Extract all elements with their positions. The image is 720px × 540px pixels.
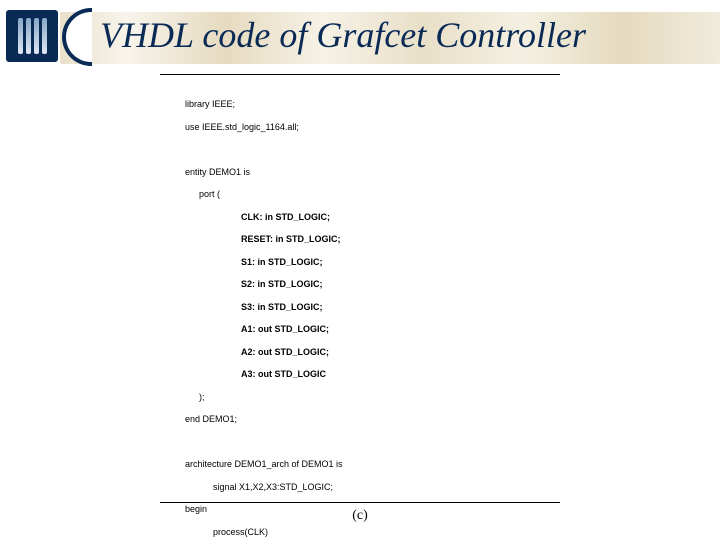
- code-line: library IEEE;: [185, 99, 615, 110]
- code-line: architecture DEMO1_arch of DEMO1 is: [185, 459, 615, 470]
- code-line: port (: [185, 189, 615, 200]
- slide: VHDL code of Grafcet Controller library …: [0, 0, 720, 540]
- code-line: A1: out STD_LOGIC;: [185, 324, 615, 335]
- divider-bottom: [160, 502, 560, 503]
- code-line: S1: in STD_LOGIC;: [185, 257, 615, 268]
- code-line: S2: in STD_LOGIC;: [185, 279, 615, 290]
- code-line: CLK: in STD_LOGIC;: [185, 212, 615, 223]
- figure-caption: (c): [0, 508, 720, 524]
- code-line: end DEMO1;: [185, 414, 615, 425]
- code-line: RESET: in STD_LOGIC;: [185, 234, 615, 245]
- code-line: entity DEMO1 is: [185, 167, 615, 178]
- vhdl-code: library IEEE; use IEEE.std_logic_1164.al…: [185, 88, 615, 540]
- title-band: VHDL code of Grafcet Controller: [0, 10, 720, 65]
- code-line: A3: out STD_LOGIC: [185, 369, 615, 380]
- code-line: use IEEE.std_logic_1164.all;: [185, 122, 615, 133]
- divider-top: [160, 74, 560, 75]
- slide-title: VHDL code of Grafcet Controller: [100, 14, 586, 56]
- code-line: process(CLK): [185, 527, 615, 538]
- code-line: signal X1,X2,X3:STD_LOGIC;: [185, 482, 615, 493]
- code-line: A2: out STD_LOGIC;: [185, 347, 615, 358]
- logo-icon: [6, 10, 58, 62]
- code-line: S3: in STD_LOGIC;: [185, 302, 615, 313]
- code-line: );: [185, 392, 615, 403]
